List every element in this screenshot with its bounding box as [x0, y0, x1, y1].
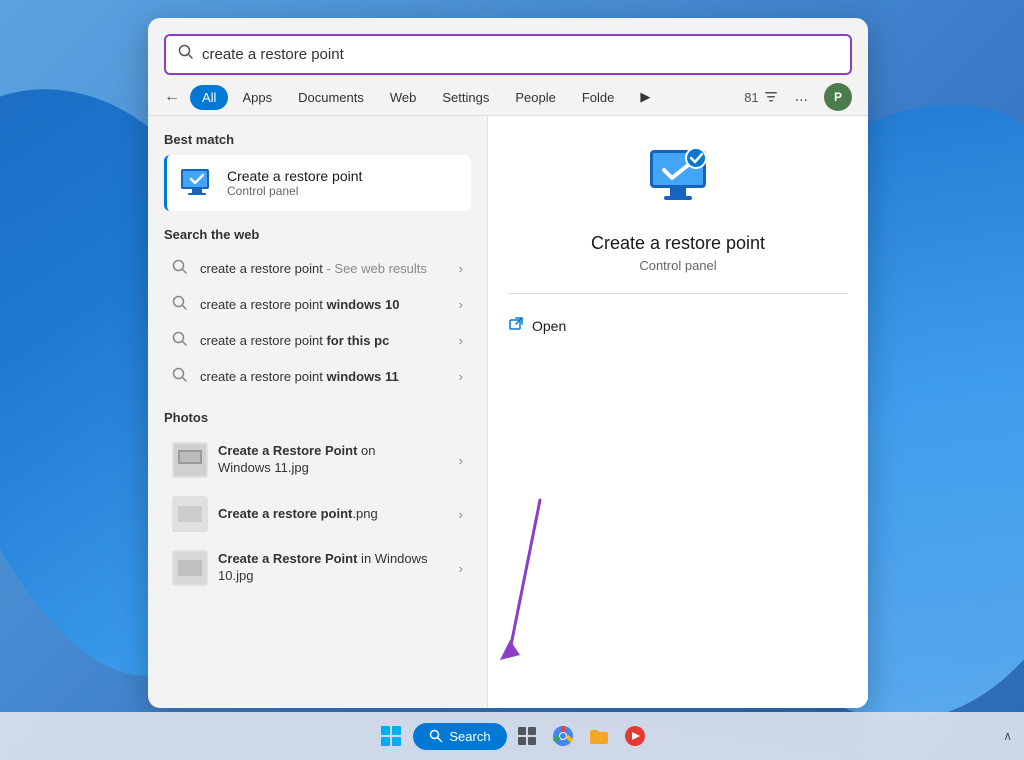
web-item-3-text: create a restore point for this pc [200, 333, 449, 348]
task-view-button[interactable] [511, 720, 543, 752]
chevron-up-icon[interactable]: ∧ [1003, 729, 1012, 743]
right-panel-divider [508, 293, 848, 294]
tab-all[interactable]: All [190, 85, 228, 110]
filter-tabs: ← All Apps Documents Web Settings People… [148, 75, 868, 116]
more-options-button[interactable]: ... [787, 84, 816, 110]
result-count: 81 [744, 89, 778, 105]
search-panel: ← All Apps Documents Web Settings People… [148, 18, 868, 708]
tab-web[interactable]: Web [378, 85, 429, 110]
photos-label: Photos [164, 410, 471, 425]
photo-thumb-3 [172, 550, 208, 586]
web-item-4[interactable]: create a restore point windows 11 › [164, 358, 471, 394]
tab-people[interactable]: People [503, 85, 567, 110]
right-panel-icon [642, 140, 714, 217]
taskbar-center: Search [373, 718, 650, 754]
best-match-label: Best match [164, 132, 471, 147]
web-item-1[interactable]: create a restore point - See web results… [164, 250, 471, 286]
photo-item-3-text: Create a Restore Point in Windows10.jpg [218, 551, 449, 585]
tab-right-area: 81 ... P [744, 83, 852, 111]
search-web-icon-3 [172, 331, 190, 349]
search-taskbar-icon [429, 729, 443, 743]
web-item-2-text: create a restore point windows 10 [200, 297, 449, 312]
taskbar-right: ∧ [1003, 729, 1012, 743]
photo-item-1-arrow: › [459, 453, 463, 468]
best-match-text: Create a restore point Control panel [227, 168, 362, 198]
right-panel-subtitle: Control panel [639, 258, 716, 273]
browser-button[interactable] [547, 720, 579, 752]
taskbar: Search [0, 712, 1024, 760]
web-item-3[interactable]: create a restore point for this pc › [164, 322, 471, 358]
search-web-icon-1 [172, 259, 190, 277]
photo-thumb-2 [172, 496, 208, 532]
user-avatar[interactable]: P [824, 83, 852, 111]
open-icon [508, 316, 524, 335]
photo-item-2[interactable]: Create a restore point.png › [164, 487, 471, 541]
tab-apps[interactable]: Apps [230, 85, 284, 110]
app-icon[interactable] [619, 720, 651, 752]
main-content: Best match Create a restore point Contro… [148, 116, 868, 708]
web-item-2[interactable]: create a restore point windows 10 › [164, 286, 471, 322]
photo-item-2-arrow: › [459, 507, 463, 522]
best-match-icon [179, 165, 215, 201]
tab-folders[interactable]: Folde [570, 85, 627, 110]
search-input[interactable] [202, 46, 838, 63]
best-match-title: Create a restore point [227, 168, 362, 184]
web-item-3-arrow: › [459, 333, 463, 348]
open-button[interactable]: Open [508, 310, 566, 341]
right-panel-title: Create a restore point [591, 233, 765, 254]
search-web-icon-2 [172, 295, 190, 313]
photo-item-3-arrow: › [459, 561, 463, 576]
filter-icon [763, 89, 779, 105]
best-match-item[interactable]: Create a restore point Control panel [164, 155, 471, 211]
photo-item-1[interactable]: Create a Restore Point onWindows 11.jpg … [164, 433, 471, 487]
left-panel: Best match Create a restore point Contro… [148, 116, 488, 708]
photo-item-1-text: Create a Restore Point onWindows 11.jpg [218, 443, 449, 477]
tab-play[interactable]: ▶ [628, 84, 662, 110]
open-label: Open [532, 318, 566, 334]
search-taskbar-label: Search [449, 729, 490, 744]
web-item-2-arrow: › [459, 297, 463, 312]
search-input-area [148, 18, 868, 75]
tab-settings[interactable]: Settings [430, 85, 501, 110]
search-web-label: Search the web [164, 227, 471, 242]
file-explorer-button[interactable] [583, 720, 615, 752]
search-web-icon-4 [172, 367, 190, 385]
start-button[interactable] [373, 718, 409, 754]
photo-item-2-text: Create a restore point.png [218, 506, 449, 523]
photo-item-3[interactable]: Create a Restore Point in Windows10.jpg … [164, 541, 471, 595]
photo-thumb-1 [172, 442, 208, 478]
web-item-4-arrow: › [459, 369, 463, 384]
right-panel: Create a restore point Control panel Ope… [488, 116, 868, 708]
web-item-1-text: create a restore point - See web results [200, 261, 449, 276]
web-item-4-text: create a restore point windows 11 [200, 369, 449, 384]
best-match-subtitle: Control panel [227, 184, 362, 198]
search-box[interactable] [164, 34, 852, 75]
tab-documents[interactable]: Documents [286, 85, 376, 110]
search-icon [178, 44, 194, 65]
back-button[interactable]: ← [156, 84, 188, 110]
search-taskbar-button[interactable]: Search [413, 723, 506, 750]
web-item-1-arrow: › [459, 261, 463, 276]
